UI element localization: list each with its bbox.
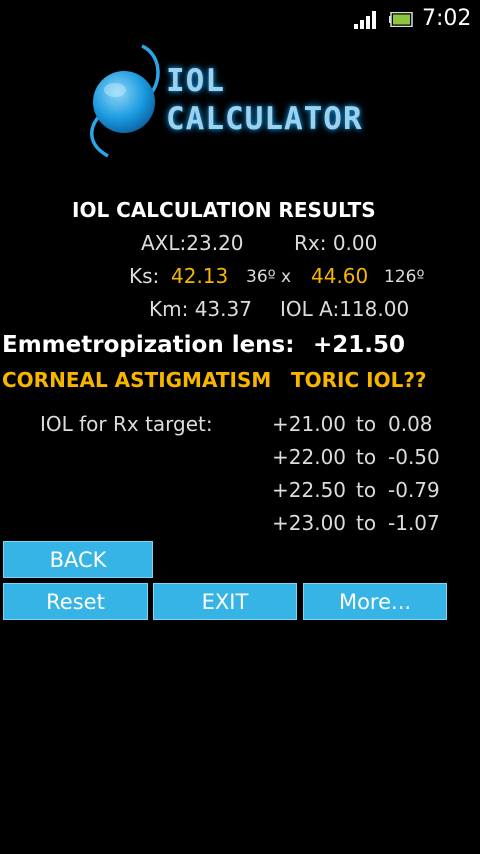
- target-to: to: [356, 412, 377, 436]
- reset-button[interactable]: Reset: [3, 583, 148, 620]
- back-button[interactable]: BACK: [3, 541, 153, 578]
- target-iol: +22.50: [272, 478, 347, 502]
- k1-axis: 36º x: [246, 267, 292, 287]
- target-to: to: [356, 511, 377, 535]
- logo-title-line2: CALCULATOR: [166, 101, 363, 137]
- signal-bars-icon: [354, 11, 376, 29]
- emmetropization-label: Emmetropization lens:: [2, 332, 295, 358]
- target-iol: +23.00: [272, 511, 347, 535]
- k2-value: 44.60: [311, 264, 369, 288]
- target-rx: -0.79: [388, 478, 440, 502]
- clock: 7:02: [422, 6, 472, 31]
- battery-icon: [389, 12, 413, 27]
- target-rx: 0.08: [388, 412, 433, 436]
- k2-axis: 126º: [384, 267, 425, 287]
- toric-warning: TORIC IOL??: [291, 368, 427, 392]
- rx-target-label: IOL for Rx target:: [40, 412, 213, 436]
- target-rx: -0.50: [388, 445, 440, 469]
- more-button[interactable]: More...: [303, 583, 447, 620]
- target-rx: -1.07: [388, 511, 440, 535]
- iol-a-value: IOL A:118.00: [280, 297, 410, 321]
- logo-title-line1: IOL: [166, 63, 225, 99]
- emmetropization-value: +21.50: [313, 332, 406, 358]
- ks-label: Ks:: [129, 264, 160, 288]
- status-bar: 7:02: [0, 0, 480, 38]
- target-to: to: [356, 478, 377, 502]
- target-iol: +22.00: [272, 445, 347, 469]
- km-value: Km: 43.37: [149, 297, 252, 321]
- target-to: to: [356, 445, 377, 469]
- results-title: IOL CALCULATION RESULTS: [72, 198, 376, 222]
- k1-value: 42.13: [171, 264, 229, 288]
- exit-button[interactable]: EXIT: [153, 583, 297, 620]
- lens-logo-icon: [90, 44, 160, 158]
- axl-value: AXL:23.20: [141, 231, 244, 255]
- rx-value: Rx: 0.00: [294, 231, 378, 255]
- astigmatism-warning: CORNEAL ASTIGMATISM: [2, 368, 272, 392]
- target-iol: +21.00: [272, 412, 347, 436]
